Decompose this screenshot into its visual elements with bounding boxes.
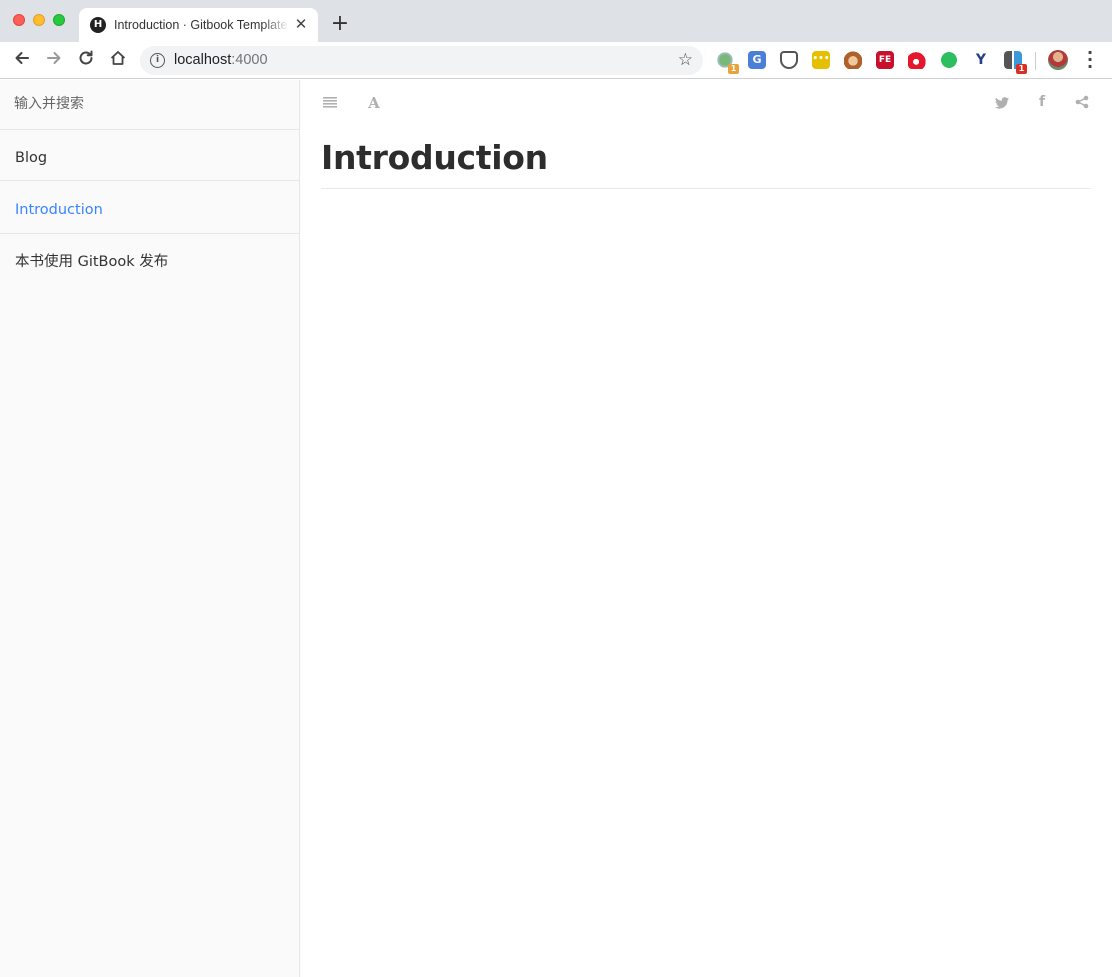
summary-item-introduction[interactable]: Introduction (0, 183, 299, 234)
summary-item-published-with-gitbook[interactable]: 本书使用 GitBook 发布 (0, 235, 299, 286)
search-input[interactable] (14, 94, 284, 114)
summary-toggle-icon[interactable] (319, 94, 341, 116)
summary-item-blog[interactable]: Blog (0, 130, 299, 181)
share-icon[interactable] (1071, 94, 1093, 116)
gitbook-page: Blog Introduction 本书使用 GitBook 发布 A f In… (0, 80, 1112, 977)
back-button[interactable] (11, 49, 33, 71)
search-box (0, 80, 299, 130)
twitter-icon[interactable] (991, 94, 1013, 116)
font-settings-icon[interactable]: A (363, 94, 385, 116)
home-icon (110, 51, 126, 65)
page-title: Introduction (321, 138, 1091, 189)
favicon-icon: H (90, 17, 106, 33)
profile-avatar[interactable] (1048, 50, 1068, 70)
address-bar[interactable]: i localhost:4000 ☆ (140, 46, 703, 75)
close-window-button[interactable] (13, 14, 25, 26)
home-button[interactable] (107, 49, 129, 71)
url-host: localhost (174, 52, 232, 68)
minimize-window-button[interactable] (33, 14, 45, 26)
browser-toolbar: i localhost:4000 ☆ 1 G ••• FE Y 1 · · · (0, 42, 1112, 79)
evernote-icon[interactable] (940, 51, 958, 69)
y-icon[interactable]: Y (972, 51, 990, 69)
forward-button[interactable] (43, 49, 65, 71)
apps-icon[interactable]: 1 (1004, 51, 1027, 74)
arrow-left-icon (15, 52, 29, 64)
fox-icon[interactable] (844, 51, 862, 69)
book-header: A f (301, 80, 1112, 130)
summary-item-label: Blog (15, 150, 48, 166)
browser-tab[interactable]: H Introduction · Gitbook Template ✕ (79, 8, 318, 42)
extension-badge: 1 (728, 64, 739, 74)
reload-icon (79, 50, 93, 65)
pocket-icon[interactable] (780, 51, 798, 69)
tab-close-icon[interactable]: ✕ (292, 16, 310, 34)
summary-item-label: 本书使用 GitBook 发布 (15, 254, 169, 270)
fe-icon[interactable]: FE (876, 51, 894, 69)
apps-badge: 1 (1016, 64, 1027, 74)
new-tab-button[interactable]: + (329, 13, 351, 35)
url-text[interactable]: localhost:4000 (174, 52, 268, 69)
bookmark-star-icon[interactable]: ☆ (678, 51, 693, 70)
yellow-dots-icon[interactable]: ••• (812, 51, 830, 69)
url-port: :4000 (231, 52, 268, 68)
info-icon[interactable]: i (150, 53, 165, 68)
weibo-icon[interactable] (908, 51, 926, 69)
book-body: A f Introduction (301, 80, 1112, 977)
browser-titlebar: H Introduction · Gitbook Template ✕ + (0, 0, 1112, 42)
summary-item-label: Introduction (15, 202, 103, 218)
extension-green-dots-icon[interactable]: 1 (716, 51, 739, 74)
arrow-right-icon (47, 52, 61, 64)
translate-icon[interactable]: G (748, 51, 766, 69)
book-summary-sidebar: Blog Introduction 本书使用 GitBook 发布 (0, 80, 300, 977)
reload-button[interactable] (75, 49, 97, 71)
browser-menu-icon[interactable]: · · · (1082, 45, 1098, 75)
tab-title: Introduction · Gitbook Template (114, 18, 288, 32)
toolbar-divider (1035, 52, 1036, 70)
maximize-window-button[interactable] (53, 14, 65, 26)
facebook-icon[interactable]: f (1031, 94, 1053, 116)
